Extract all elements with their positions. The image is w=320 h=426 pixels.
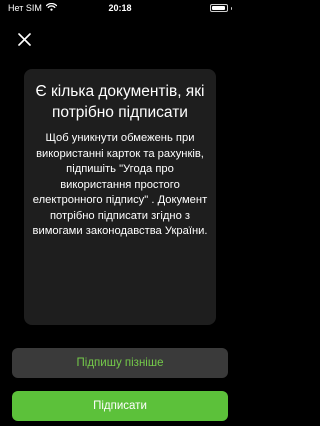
sign-later-label: Підпишу пізніше (76, 357, 164, 369)
sign-button[interactable]: Підписати (12, 391, 228, 421)
sign-later-button[interactable]: Підпишу пізніше (12, 348, 228, 378)
battery-icon (209, 4, 228, 12)
close-icon (17, 32, 31, 46)
sign-label: Підписати (93, 400, 147, 412)
battery-nub (230, 6, 232, 10)
documents-dialog-card: Є кілька документів, які потрібно підпис… (24, 69, 216, 325)
battery-level (211, 6, 225, 10)
status-right (209, 4, 232, 12)
dialog-body: Щоб уникнути обмежень при використанні к… (32, 132, 208, 237)
status-time: 20:18 (108, 3, 132, 13)
status-bar: Нет SIM 20:18 (0, 0, 240, 18)
close-button[interactable] (12, 27, 36, 51)
dialog-title: Є кілька документів, які потрібно підпис… (35, 83, 205, 121)
